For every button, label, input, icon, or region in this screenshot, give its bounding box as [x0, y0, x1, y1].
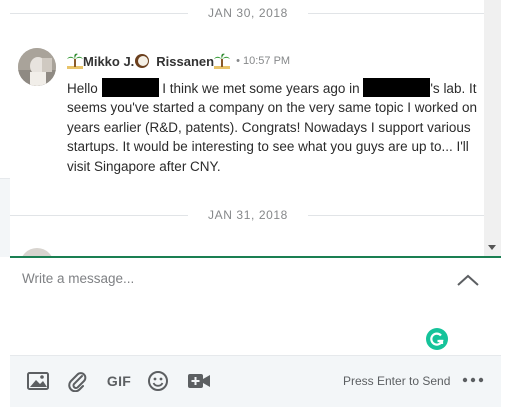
grammarly-button[interactable]: [426, 328, 448, 350]
date-label: JAN 30, 2018: [208, 6, 288, 20]
message-body: Hello I think we met some years ago in '…: [67, 78, 479, 176]
video-call-button[interactable]: [186, 370, 212, 392]
redacted-name: [101, 78, 159, 97]
scrollbar[interactable]: [484, 0, 501, 256]
message-text: Hello: [67, 81, 102, 96]
date-separator: JAN 30, 2018: [10, 4, 484, 24]
palm-tree-icon: [214, 53, 231, 69]
more-options-icon: [462, 377, 484, 383]
send-hint: Press Enter to Send: [343, 374, 451, 388]
emoji-button[interactable]: [146, 370, 170, 392]
attach-image-button[interactable]: [26, 370, 50, 392]
expand-compose-button[interactable]: [454, 270, 482, 290]
message-text: I think we met some years ago in: [158, 81, 364, 96]
message-header: Mikko J. Rissanen • 10:57 PM: [67, 52, 290, 70]
message-thread[interactable]: JAN 30, 2018 Mikko J. Rissanen • 10:57 P…: [10, 0, 484, 256]
sender-name[interactable]: Mikko J. Rissanen: [67, 53, 231, 69]
message-timestamp: • 10:57 PM: [236, 55, 291, 67]
more-options-button[interactable]: [460, 369, 486, 391]
compose-area[interactable]: [10, 258, 501, 355]
gif-icon: GIF: [106, 373, 132, 389]
palm-tree-icon: [67, 53, 83, 69]
gif-button[interactable]: GIF: [106, 370, 132, 392]
window-edge: [501, 0, 511, 407]
sender-last-name: Rissanen: [156, 53, 215, 69]
messaging-window: JAN 30, 2018 Mikko J. Rissanen • 10:57 P…: [0, 0, 511, 407]
conversation-list-edge: [0, 178, 10, 257]
sender-first-name: Mikko J.: [83, 53, 135, 69]
message-input[interactable]: [22, 266, 422, 290]
left-gutter: [0, 0, 10, 257]
avatar[interactable]: [18, 48, 56, 86]
profile-photo: [18, 48, 56, 86]
date-separator: JAN 31, 2018: [10, 206, 484, 226]
compose-toolbar: GIF Press Enter to Send: [10, 355, 501, 407]
coconut-icon: [135, 54, 150, 68]
chevron-up-icon: [457, 274, 479, 286]
emoji-icon: [148, 371, 168, 391]
redacted-name: [363, 78, 431, 97]
attach-file-button[interactable]: [66, 370, 88, 392]
scroll-down-arrow-icon[interactable]: [488, 245, 496, 250]
grammarly-icon: [430, 332, 444, 346]
avatar[interactable]: [20, 248, 54, 256]
video-call-icon: [188, 374, 210, 388]
attachment-icon: [68, 372, 87, 392]
date-label: JAN 31, 2018: [208, 208, 288, 222]
image-icon: [27, 372, 49, 390]
